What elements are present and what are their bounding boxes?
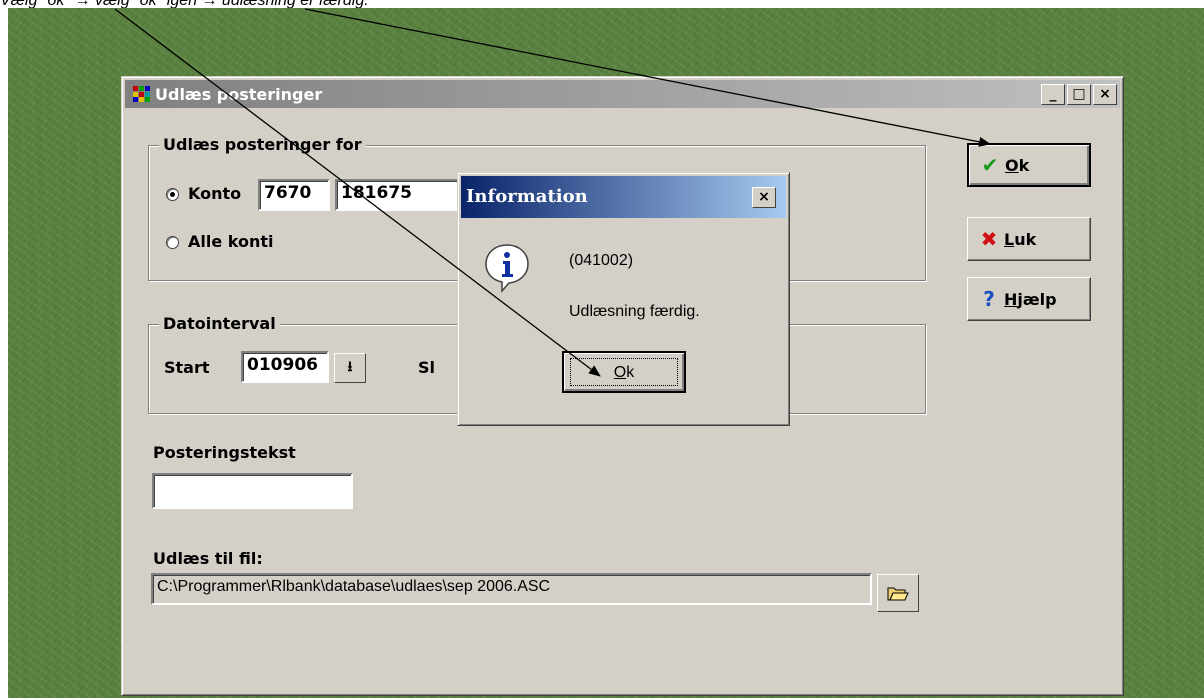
information-dialog: Information × (041002) Udlæsning færdig.…	[457, 172, 790, 426]
date-interval-label: Datointerval	[159, 314, 280, 333]
info-dialog-message: Udlæsning færdig.	[569, 303, 700, 320]
posting-text-label: Posteringstekst	[153, 443, 296, 462]
open-folder-icon	[887, 587, 909, 601]
alle-konti-radio[interactable]	[166, 236, 179, 249]
help-button[interactable]: ? Hjælp	[967, 277, 1091, 321]
instruction-caption: Vælg "ok" → vælg "ok" igen → udlæsning e…	[0, 0, 1204, 8]
minimize-button[interactable]: _	[1041, 84, 1065, 105]
window-title: Udlæs posteringer	[155, 84, 323, 104]
app-icon	[133, 86, 151, 102]
check-icon: ✔	[981, 153, 999, 177]
info-ok-button[interactable]: Ok	[562, 351, 686, 393]
browse-folder-button[interactable]	[877, 574, 919, 612]
question-icon: ?	[983, 287, 995, 311]
export-file-path-field[interactable]: C:\Programmer\Rlbank\database\udlaes\sep…	[151, 573, 872, 605]
start-date-dropdown-button[interactable]: ⭳	[334, 353, 366, 383]
maximize-button[interactable]: □	[1067, 84, 1091, 105]
alle-konti-label: Alle konti	[188, 232, 274, 251]
slut-label: Sl	[418, 358, 436, 377]
export-file-label: Udlæs til fil:	[153, 549, 263, 568]
window-titlebar[interactable]: Udlæs posteringer _ □ ×	[125, 80, 1120, 108]
info-dialog-code: (041002)	[569, 252, 634, 269]
konto-number-field[interactable]: 181675	[335, 179, 465, 211]
info-dialog-titlebar[interactable]: Information ×	[461, 176, 786, 218]
x-icon: ✖	[980, 227, 998, 251]
close-dialog-button[interactable]: ✖ Luk	[967, 217, 1091, 261]
info-dialog-title: Information	[466, 186, 588, 207]
start-date-field[interactable]: 010906	[241, 351, 329, 383]
info-icon	[485, 244, 529, 293]
close-button[interactable]: ×	[1093, 84, 1117, 105]
konto-radio[interactable]	[166, 188, 179, 201]
konto-reg-field[interactable]: 7670	[258, 179, 330, 211]
posting-text-field[interactable]	[152, 473, 353, 509]
start-label: Start	[164, 358, 210, 377]
accounts-group-label: Udlæs posteringer for	[159, 135, 366, 154]
arrow-down-icon: ⭳	[347, 359, 353, 375]
info-dialog-close-button[interactable]: ×	[752, 187, 776, 208]
konto-label: Konto	[188, 184, 242, 203]
ok-button[interactable]: ✔ Ok	[967, 143, 1091, 187]
